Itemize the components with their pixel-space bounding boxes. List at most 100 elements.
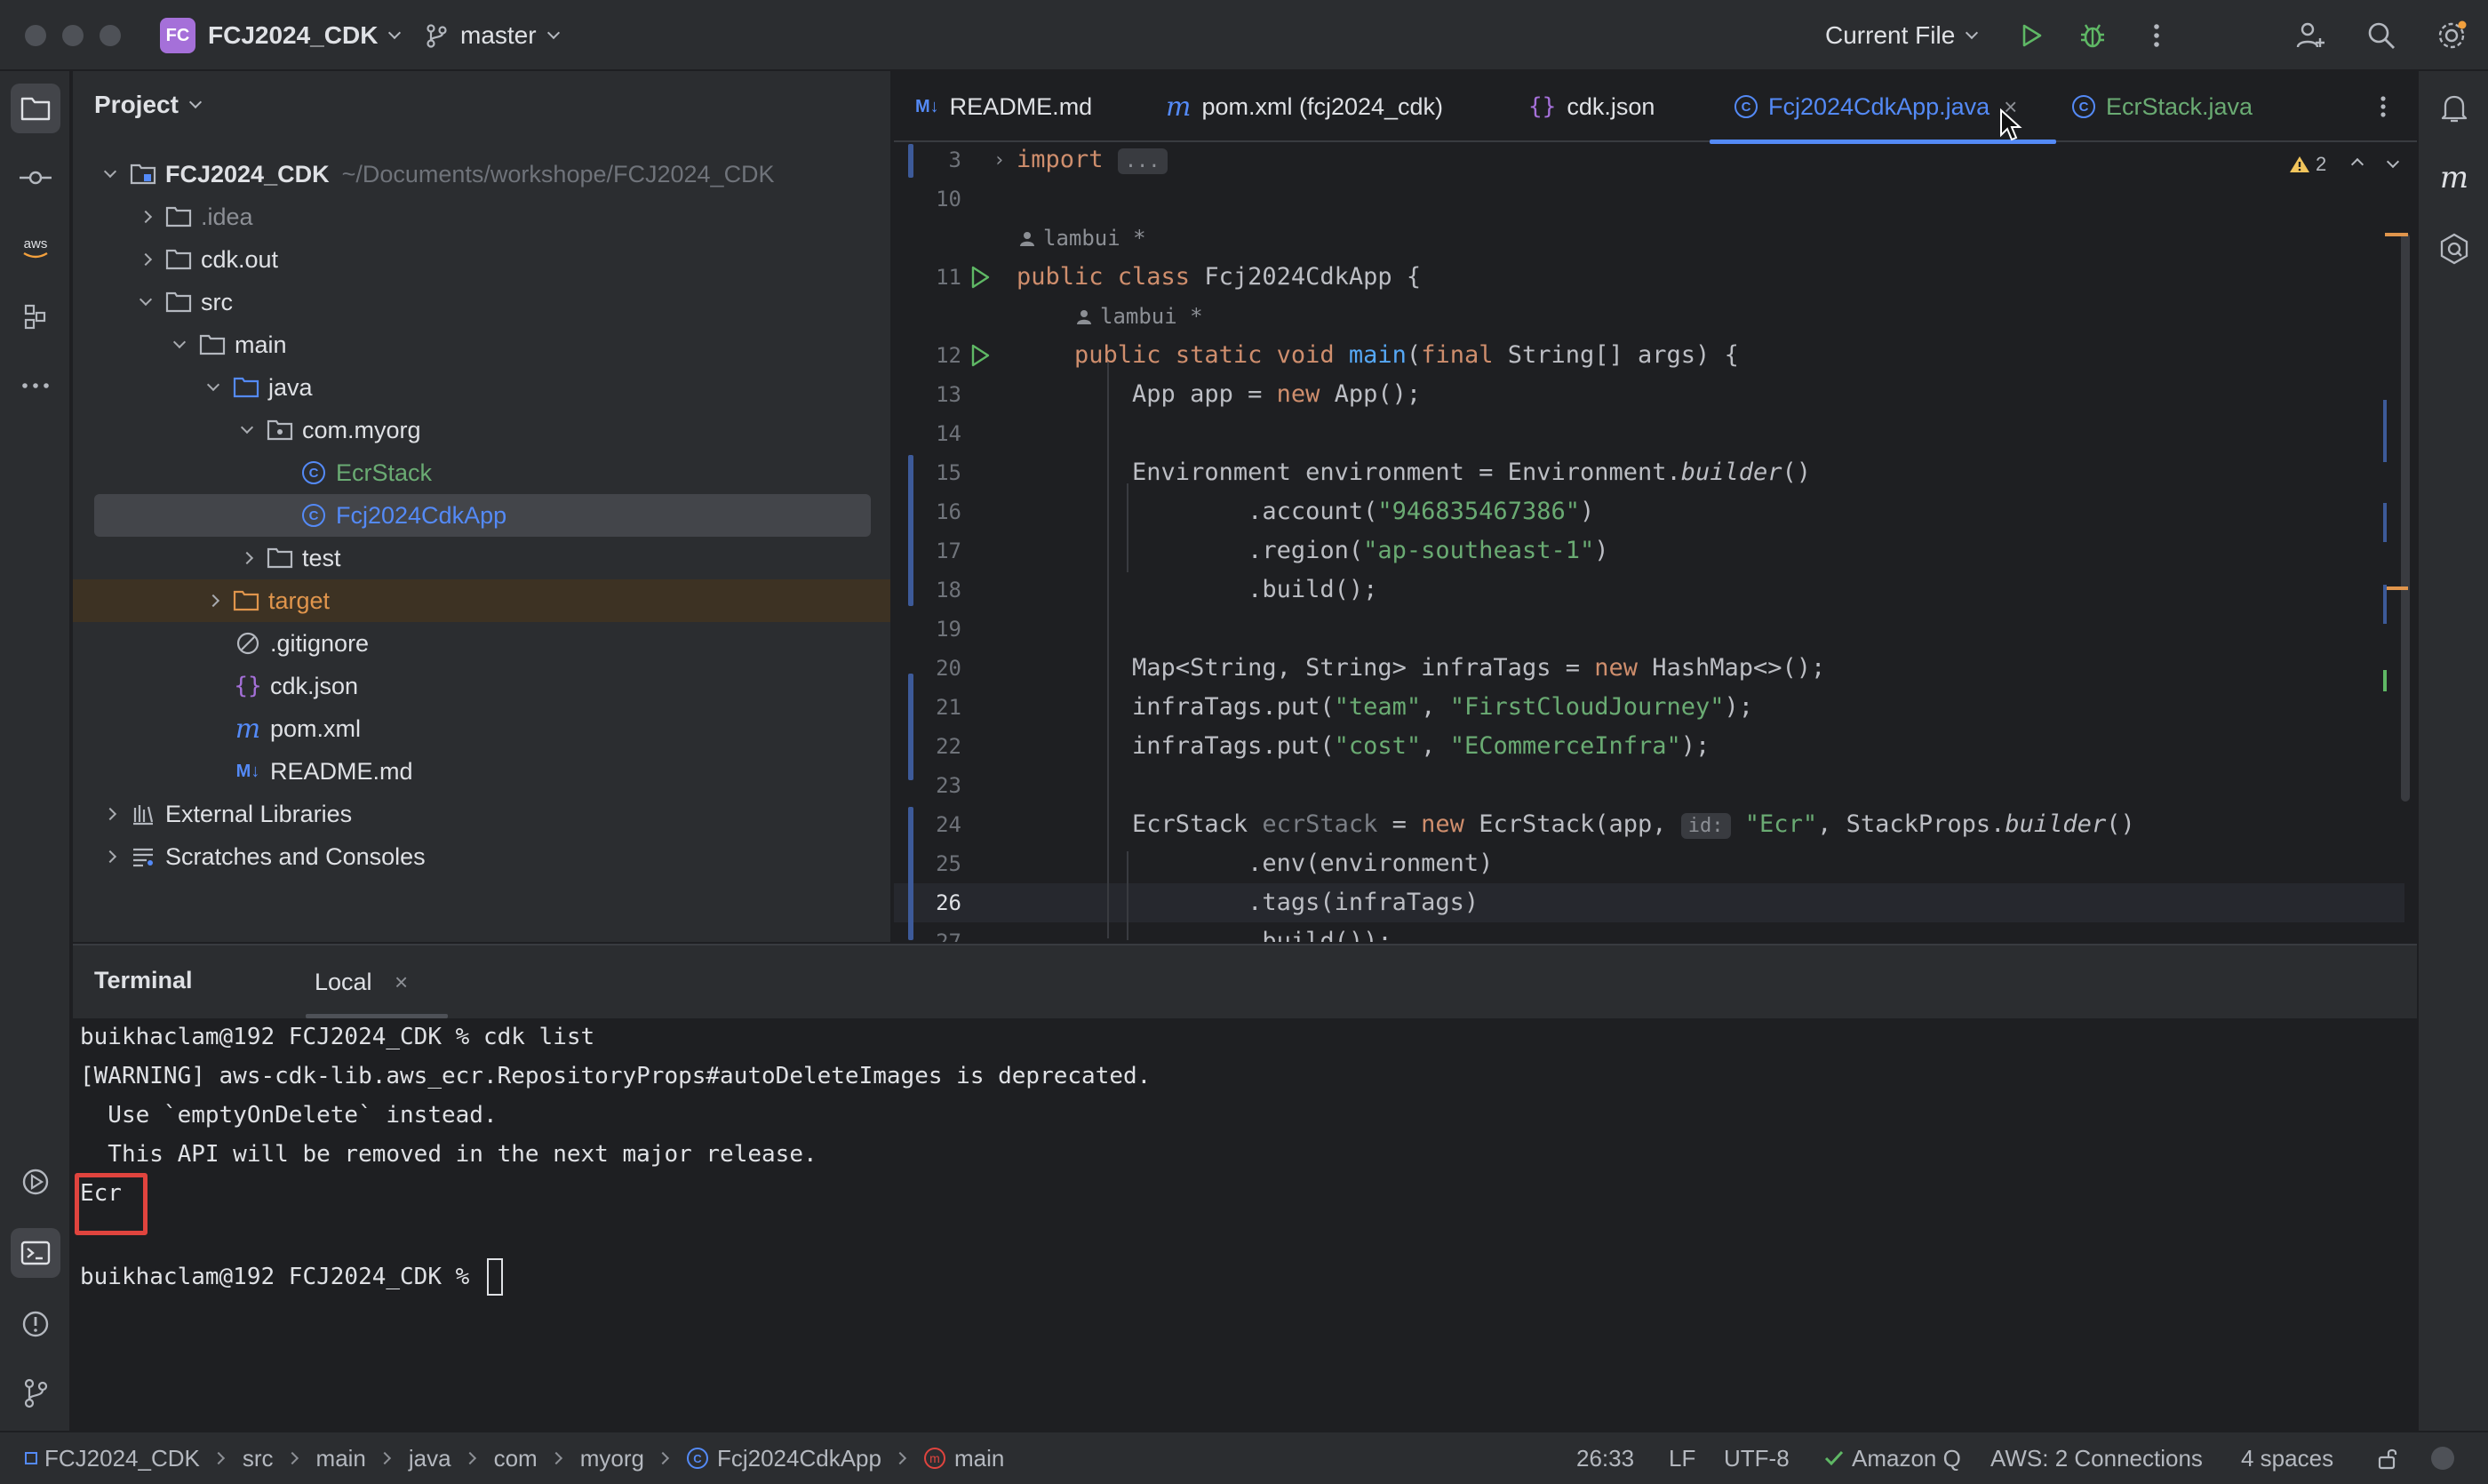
window-close-button[interactable]: [25, 25, 46, 46]
warning-marker[interactable]: [2385, 233, 2408, 236]
breadcrumb-item[interactable]: myorg: [580, 1445, 644, 1472]
breadcrumb-item[interactable]: Fcj2024CdkApp: [717, 1445, 881, 1472]
fold-arrow-icon[interactable]: ›: [993, 149, 1005, 172]
indent-setting[interactable]: 4 spaces: [2241, 1432, 2333, 1484]
more-actions-button[interactable]: [2143, 16, 2170, 55]
caret-position[interactable]: 26:33: [1576, 1432, 1634, 1484]
read-only-toggle[interactable]: [2376, 1432, 2399, 1484]
aws-connections[interactable]: AWS: 2 Connections: [1990, 1432, 2203, 1484]
tree-item-root[interactable]: FCJ2024_CDK ~/Documents/workshope/FCJ202…: [73, 153, 890, 195]
code-token: "team": [1334, 693, 1422, 721]
run-icon: [2022, 24, 2042, 47]
tree-item-cdk-json[interactable]: {} cdk.json: [73, 665, 890, 707]
breadcrumb-item[interactable]: com: [494, 1445, 538, 1472]
tab-ecrstack[interactable]: C EcrStack.java: [2072, 71, 2253, 142]
project-panel-header[interactable]: Project: [94, 91, 203, 119]
tree-item-readme[interactable]: M↓ README.md: [73, 750, 890, 793]
problems-tool-button[interactable]: [11, 1299, 60, 1349]
tree-item-ecrstack[interactable]: C EcrStack: [73, 451, 890, 494]
terminal-prompt[interactable]: buikhaclam@192 FCJ2024_CDK %: [80, 1258, 503, 1296]
inspection-widget[interactable]: 2: [2289, 153, 2400, 176]
file-encoding[interactable]: UTF-8: [1724, 1432, 1790, 1484]
tree-item-external-libraries[interactable]: External Libraries: [73, 793, 890, 835]
breadcrumb-item[interactable]: FCJ2024_CDK: [44, 1445, 200, 1472]
tree-item-java[interactable]: java: [73, 366, 890, 409]
run-config-selector[interactable]: Current File: [1825, 16, 1979, 55]
tab-readme[interactable]: M↓ README.md: [915, 71, 1092, 142]
window-zoom-button[interactable]: [100, 25, 121, 46]
run-gutter-icon[interactable]: [969, 343, 992, 368]
code-author-hint[interactable]: lambui *: [1075, 304, 1203, 329]
tab-label: Fcj2024CdkApp.java: [1768, 92, 1990, 120]
git-tool-button[interactable]: [11, 1368, 60, 1418]
aws-toolkit-button[interactable]: aws: [11, 224, 60, 274]
project-switcher[interactable]: FC FCJ2024_CDK: [160, 16, 402, 55]
breadcrumb-item[interactable]: main: [954, 1445, 1004, 1472]
amazon-q-icon: [2440, 233, 2468, 265]
terminal-tool-button[interactable]: [11, 1228, 60, 1278]
amazon-q-status[interactable]: Amazon Q: [1823, 1432, 1961, 1484]
line-number: 24: [936, 812, 961, 837]
warning-count: 2: [2316, 153, 2327, 175]
notifications-button[interactable]: [2429, 84, 2479, 133]
run-button[interactable]: [2017, 16, 2045, 55]
terminal-header: Terminal Local ×: [73, 945, 2417, 1018]
debug-button[interactable]: [2077, 16, 2108, 55]
line-number: 27: [936, 929, 961, 942]
editor-scrollbar[interactable]: [2401, 233, 2410, 802]
tree-item-src[interactable]: src: [73, 281, 890, 323]
breadcrumb-item[interactable]: java: [409, 1445, 451, 1472]
folded-imports[interactable]: ...: [1117, 148, 1168, 174]
chevron-down-icon: [388, 26, 402, 40]
close-icon[interactable]: ×: [395, 969, 408, 996]
breadcrumb-item[interactable]: main: [316, 1445, 366, 1472]
tree-item-gitignore[interactable]: .gitignore: [73, 622, 890, 665]
code-with-me-button[interactable]: [2294, 16, 2328, 55]
more-vertical-icon: [2154, 24, 2159, 47]
tree-item-fcj2024cdkapp[interactable]: C Fcj2024CdkApp: [94, 494, 871, 537]
memory-indicator[interactable]: [2431, 1432, 2454, 1484]
line-number: 3: [948, 148, 961, 172]
json-file-icon: {}: [234, 673, 262, 699]
more-tools-button[interactable]: [11, 361, 60, 411]
code-editor[interactable]: 3 10 11 12 13 14 15 16 17 18 19 20 21 22…: [894, 144, 2417, 942]
code-author-hint[interactable]: lambui *: [1018, 226, 1146, 251]
tree-item-idea[interactable]: .idea: [73, 195, 890, 238]
tab-cdk-json[interactable]: {} cdk.json: [1528, 71, 1655, 142]
search-button[interactable]: [2365, 16, 2397, 55]
folder-icon: [267, 545, 293, 571]
tree-item-pom-xml[interactable]: m pom.xml: [73, 707, 890, 750]
commit-icon: [20, 171, 52, 185]
next-highlight-icon[interactable]: [2387, 155, 2400, 169]
tree-item-scratches[interactable]: Scratches and Consoles: [73, 835, 890, 878]
tree-item-target[interactable]: target: [73, 579, 890, 622]
commit-tool-button[interactable]: [11, 153, 60, 203]
tab-pom-xml[interactable]: m pom.xml (fcj2024_cdk): [1166, 71, 1443, 142]
breadcrumb-item[interactable]: src: [243, 1445, 274, 1472]
tab-options-button[interactable]: [2374, 71, 2392, 142]
line-separator[interactable]: LF: [1669, 1432, 1695, 1484]
change-marker: [2383, 585, 2387, 624]
maven-tool-button[interactable]: m: [2429, 153, 2479, 203]
tree-item-main[interactable]: main: [73, 323, 890, 366]
tree-item-cdk-out[interactable]: cdk.out: [73, 238, 890, 281]
tree-item-test[interactable]: test: [73, 537, 890, 579]
previous-highlight-icon[interactable]: [2351, 157, 2364, 172]
line-number: 20: [936, 656, 961, 681]
tree-item-package[interactable]: com.myorg: [73, 409, 890, 451]
breadcrumb: FCJ2024_CDK src main java com myorg C Fc…: [25, 1432, 1004, 1484]
amazon-q-button[interactable]: [2429, 224, 2479, 274]
project-tool-button[interactable]: [11, 84, 60, 133]
tree-label: README.md: [270, 757, 413, 785]
terminal-tab-local[interactable]: Local ×: [238, 945, 448, 1018]
run-gutter-icon[interactable]: [969, 265, 992, 290]
title-bar: FC FCJ2024_CDK master Current File: [0, 0, 2488, 71]
expanded-arrow-icon: [201, 375, 226, 400]
structure-tool-button[interactable]: [11, 291, 60, 341]
branch-switcher[interactable]: master: [423, 16, 560, 55]
settings-button[interactable]: [2435, 16, 2468, 55]
window-minimize-button[interactable]: [62, 25, 84, 46]
warning-marker[interactable]: [2385, 586, 2408, 590]
project-panel-title: Project: [94, 91, 179, 118]
services-tool-button[interactable]: [11, 1157, 60, 1207]
